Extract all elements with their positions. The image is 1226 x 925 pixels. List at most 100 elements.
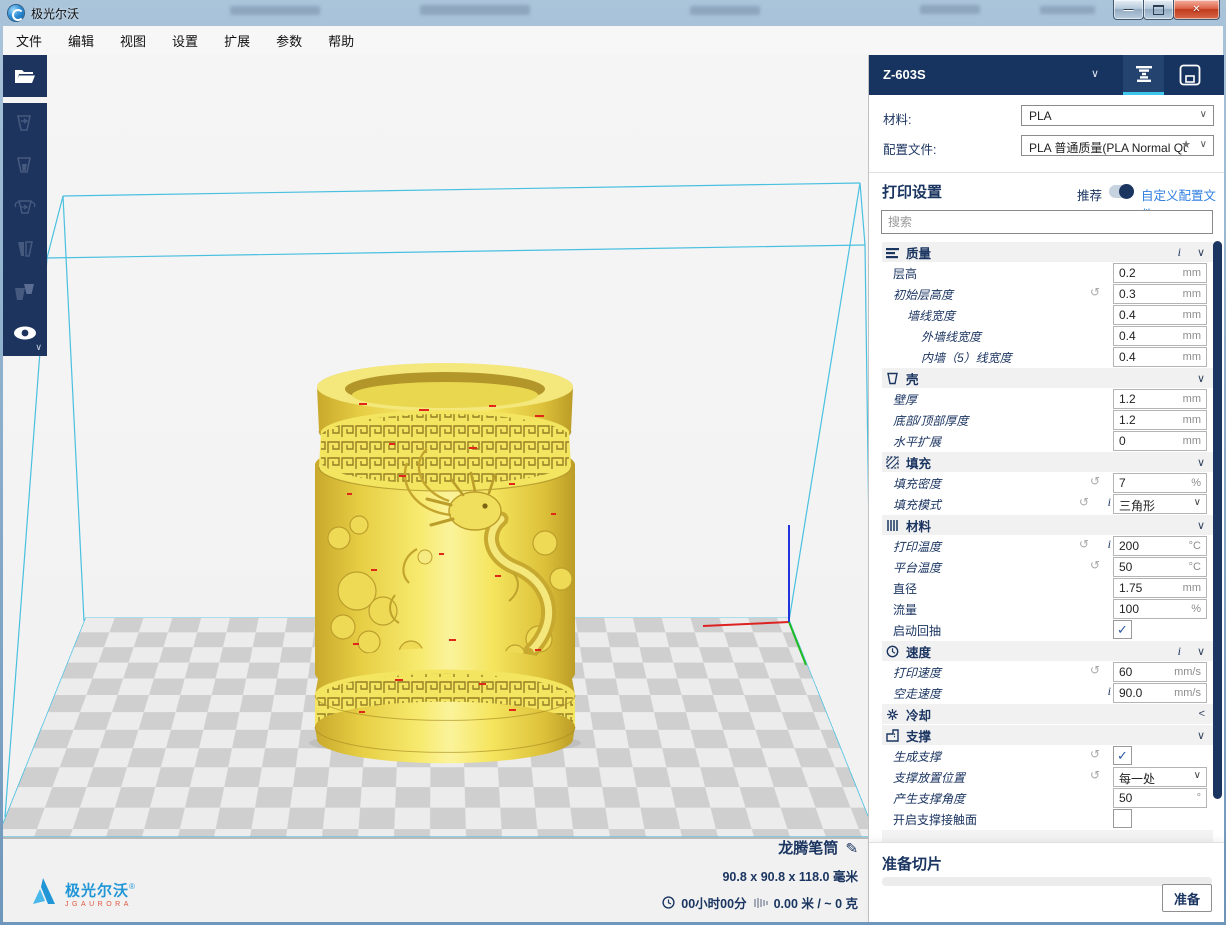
section-header-4[interactable]: 速度i∨ xyxy=(882,641,1213,661)
setting-input[interactable]: 0.3mm xyxy=(1113,284,1207,304)
printer-name: Z-603S xyxy=(883,67,926,82)
setting-input[interactable]: 50°C xyxy=(1113,557,1207,577)
setting-input[interactable]: 0.4mm xyxy=(1113,347,1207,367)
search-input[interactable] xyxy=(881,210,1213,234)
menu-item-3[interactable]: 设置 xyxy=(159,26,211,55)
setting-input[interactable]: 0.2mm xyxy=(1113,263,1207,283)
setting-input[interactable]: 90.0mm/s xyxy=(1113,683,1207,703)
prepare-slice-title: 准备切片 xyxy=(882,853,942,874)
setting-input[interactable]: 1.2mm xyxy=(1113,410,1207,430)
scale-tool-button[interactable] xyxy=(3,145,47,187)
setting-input[interactable]: 1.75mm xyxy=(1113,578,1207,598)
rotate-tool-button[interactable] xyxy=(3,187,47,229)
menu-item-2[interactable]: 视图 xyxy=(107,26,159,55)
info-icon[interactable]: i xyxy=(1108,684,1111,699)
section-header-5[interactable]: 冷却< xyxy=(882,704,1213,724)
recommended-toggle[interactable] xyxy=(1109,185,1134,198)
setting-row: 外墙线宽度0.4mm xyxy=(882,325,1213,346)
section-label: 材料 xyxy=(906,516,931,535)
chevron-down-icon[interactable]: ∨ xyxy=(1197,372,1205,385)
setting-checkbox[interactable] xyxy=(1113,809,1132,828)
section-header-6[interactable]: 支撑∨ xyxy=(882,725,1213,745)
chevron-down-icon[interactable]: ∨ xyxy=(1197,729,1205,742)
setting-input[interactable]: 7% xyxy=(1113,473,1207,493)
setting-value: 0.4 xyxy=(1119,329,1136,343)
maximize-button[interactable] xyxy=(1143,0,1174,20)
reset-icon[interactable]: ↺ xyxy=(1090,747,1100,761)
reset-icon[interactable]: ↺ xyxy=(1090,285,1100,299)
printer-chevron-down-icon[interactable]: ∨ xyxy=(1091,67,1099,80)
setting-input[interactable]: 0mm xyxy=(1113,431,1207,451)
material-dropdown[interactable]: PLA ∨ xyxy=(1021,105,1214,126)
title-bar: 极光尔沃 — ✕ xyxy=(0,0,1226,26)
prepare-stage-tab[interactable] xyxy=(1123,55,1164,95)
setting-input[interactable]: 200°C xyxy=(1113,536,1207,556)
scrollbar-thumb[interactable] xyxy=(1213,241,1222,799)
mirror-tool-button[interactable] xyxy=(3,229,47,271)
per-model-settings-button[interactable] xyxy=(3,271,47,313)
viewport-3d[interactable]: ∨ 极光尔沃® JGAURORA 龙腾笔筒✎ 90.8 x 90.8 x 118… xyxy=(3,55,868,922)
setting-label: 填充密度 xyxy=(893,475,941,492)
rename-pencil-icon[interactable]: ✎ xyxy=(846,840,859,857)
reset-icon[interactable]: ↺ xyxy=(1090,663,1100,677)
chevron-down-icon[interactable]: ∨ xyxy=(1197,519,1205,532)
setting-select[interactable]: 三角形∨ xyxy=(1113,494,1207,514)
prepare-button[interactable]: 准备 xyxy=(1162,884,1212,912)
chevron-down-icon[interactable]: ∨ xyxy=(1197,456,1205,469)
setting-label: 内墙（5）线宽度 xyxy=(921,349,1012,366)
setting-input[interactable]: 60mm/s xyxy=(1113,662,1207,682)
menu-item-0[interactable]: 文件 xyxy=(3,26,55,55)
setting-input[interactable]: 1.2mm xyxy=(1113,389,1207,409)
info-icon[interactable]: i xyxy=(1108,495,1111,510)
reset-icon[interactable]: ↺ xyxy=(1090,768,1100,782)
setting-select[interactable]: 每一处∨ xyxy=(1113,767,1207,787)
setting-label: 产生支撑角度 xyxy=(893,790,965,807)
move-tool-button[interactable] xyxy=(3,103,47,145)
setting-label: 水平扩展 xyxy=(893,433,941,450)
per-model-settings-icon xyxy=(12,280,38,304)
setting-row: ↺打印速度60mm/s xyxy=(882,661,1213,682)
menu-item-6[interactable]: 帮助 xyxy=(315,26,367,55)
setting-input[interactable]: 0.4mm xyxy=(1113,305,1207,325)
setting-input[interactable]: 50° xyxy=(1113,788,1207,808)
jgaurora-mark-icon xyxy=(29,876,59,908)
info-icon[interactable]: i xyxy=(1178,245,1181,260)
section-header-3[interactable]: 材料 ∨ xyxy=(882,515,1213,535)
brand-reg: ® xyxy=(129,882,135,891)
reset-icon[interactable]: ↺ xyxy=(1079,537,1089,551)
divider xyxy=(869,172,1224,173)
setting-checkbox[interactable]: ✓ xyxy=(1113,620,1132,639)
chevron-down-icon[interactable]: ∨ xyxy=(1197,645,1205,658)
close-button[interactable]: ✕ xyxy=(1173,0,1220,20)
chevron-left-icon[interactable]: < xyxy=(1199,708,1205,720)
setting-checkbox[interactable]: ✓ xyxy=(1113,746,1132,765)
setting-label: 填充模式 xyxy=(893,496,941,513)
background-window-ghost xyxy=(420,5,530,15)
reset-icon[interactable]: ↺ xyxy=(1079,495,1089,509)
reset-icon[interactable]: ↺ xyxy=(1090,474,1100,488)
info-icon[interactable]: i xyxy=(1178,644,1181,659)
chevron-down-icon[interactable]: ∨ xyxy=(1197,246,1205,259)
monitor-stage-tab[interactable] xyxy=(1169,55,1210,95)
reset-icon[interactable]: ↺ xyxy=(1090,558,1100,572)
material-label: 材料: xyxy=(883,109,911,128)
profile-dropdown[interactable]: PLA 普通质量(PLA Normal Qua ★ ∨ xyxy=(1021,135,1214,156)
section-header-2[interactable]: 填充∨ xyxy=(882,452,1213,472)
menu-item-5[interactable]: 参数 xyxy=(263,26,315,55)
minimize-button[interactable]: — xyxy=(1113,0,1144,20)
setting-input[interactable]: 100% xyxy=(1113,599,1207,619)
section-header-0[interactable]: 质量i∨ xyxy=(882,242,1213,262)
menu-bar: 文件编辑视图设置扩展参数帮助 xyxy=(3,26,1223,56)
open-file-button[interactable] xyxy=(3,55,47,97)
filament-usage-icon xyxy=(753,897,768,909)
setting-input[interactable]: 0.4mm xyxy=(1113,326,1207,346)
setting-row: 内墙（5）线宽度 0.4mm xyxy=(882,346,1213,367)
section-header-1[interactable]: 壳∨ xyxy=(882,368,1213,388)
setting-value: 1.2 xyxy=(1119,392,1136,406)
info-icon[interactable]: i xyxy=(1108,537,1111,552)
menu-item-4[interactable]: 扩展 xyxy=(211,26,263,55)
setting-unit: mm xyxy=(1183,351,1201,363)
menu-item-1[interactable]: 编辑 xyxy=(55,26,107,55)
setting-row: 产生支撑角度 50° xyxy=(882,787,1213,808)
setting-row: 壁厚1.2mm xyxy=(882,388,1213,409)
